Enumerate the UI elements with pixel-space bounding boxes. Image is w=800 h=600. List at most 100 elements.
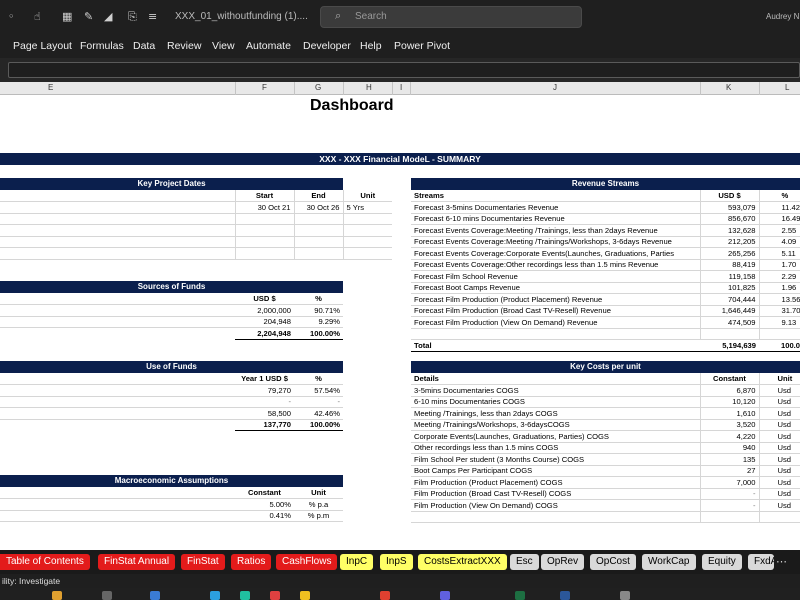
cell[interactable]: Usd	[758, 430, 800, 443]
cell[interactable]: 58,500	[235, 407, 294, 420]
cell[interactable]: 11.42	[758, 201, 800, 214]
cell[interactable]: Meeting /Trainings, less than 2days COGS	[411, 407, 700, 420]
formula-input[interactable]	[8, 62, 800, 78]
cell[interactable]: 7,000	[699, 476, 759, 489]
sheet-tab-inpc[interactable]: InpC	[340, 554, 374, 570]
table-icon[interactable]: ▦	[62, 10, 72, 23]
cell[interactable]: 16.49	[758, 213, 800, 225]
cell[interactable]: Film Production (Product Placement) COGS	[411, 476, 700, 489]
cell[interactable]: 2,000,000	[235, 304, 294, 317]
total-label[interactable]: Total	[411, 339, 700, 352]
col-header-i[interactable]: I	[400, 83, 402, 92]
cell[interactable]: 9.29%	[294, 316, 343, 328]
cell[interactable]: Usd	[758, 396, 800, 408]
cell[interactable]: Boot Camps Per Participant COGS	[411, 465, 700, 477]
cell[interactable]: Forecast Film Production (View On Demand…	[411, 316, 700, 329]
sheet-grid[interactable]: Dashboard XXX - XXX Financial ModeL - SU…	[0, 95, 800, 550]
cell[interactable]: 79,270	[235, 384, 294, 397]
cell[interactable]: 3-5mins Documentaries COGS	[411, 384, 700, 397]
cell[interactable]: Usd	[758, 488, 800, 500]
cell[interactable]: Film Production (View On Demand) COGS	[411, 499, 700, 512]
sheet-tab-finstat-annual[interactable]: FinStat Annual	[98, 554, 176, 570]
tab-formulas[interactable]: Formulas	[80, 40, 124, 52]
total-cell[interactable]: 137,770	[235, 418, 294, 431]
sheet-copy-icon[interactable]: ⎘	[128, 10, 137, 24]
cell[interactable]: 1.96	[758, 282, 800, 294]
word-icon[interactable]	[560, 591, 570, 600]
tab-review[interactable]: Review	[167, 40, 201, 52]
cell[interactable]: 3,520	[699, 419, 759, 431]
app-icon[interactable]	[150, 591, 160, 600]
cell[interactable]: 4.09	[758, 236, 800, 248]
sheet-tab-equity[interactable]: Equity	[702, 554, 742, 570]
cell[interactable]: Forecast 3-5mins Documentaries Revenue	[411, 201, 700, 214]
user-name[interactable]: Audrey N	[766, 12, 799, 21]
cell[interactable]: 101,825	[699, 282, 759, 294]
sheet-tab-table-of-contents[interactable]: Table of Contents	[0, 554, 90, 570]
cell[interactable]: Film School Per student (3 Months Course…	[411, 453, 700, 466]
app-icon[interactable]	[240, 591, 250, 600]
cell[interactable]: 1.70	[758, 259, 800, 271]
cell[interactable]: Usd	[758, 476, 800, 489]
cell[interactable]: 27	[699, 465, 759, 477]
total-cell[interactable]: 100.00%	[294, 418, 343, 431]
cell[interactable]: 90.71%	[294, 304, 343, 317]
cell[interactable]: Forecast Film School Revenue	[411, 270, 700, 283]
col-header-l[interactable]: L	[785, 83, 789, 92]
cell[interactable]: Forecast 6-10 mins Documentaries Revenue	[411, 213, 700, 225]
cell[interactable]: Forecast Film Production (Product Placem…	[411, 293, 700, 306]
tab-page-layout[interactable]: Page Layout	[13, 40, 72, 52]
app-icon[interactable]	[440, 591, 450, 600]
total-cell[interactable]: 100.00	[759, 339, 800, 352]
cell[interactable]: 1,610	[699, 407, 759, 420]
cell[interactable]: Usd	[758, 442, 800, 454]
cell[interactable]: Forecast Events Coverage:Other recording…	[411, 259, 700, 271]
col-header-k[interactable]: K	[726, 83, 731, 92]
file-explorer-icon[interactable]	[52, 591, 62, 600]
cell[interactable]: Forecast Events Coverage:Meeting /Traini…	[411, 224, 700, 237]
autosave-icon[interactable]: ◦	[8, 10, 15, 23]
sheet-tab-esc[interactable]: Esc	[510, 554, 539, 570]
sheet-tab-opcost[interactable]: OpCost	[590, 554, 636, 570]
cell[interactable]: % p.a	[294, 498, 343, 511]
edge-icon[interactable]	[210, 591, 220, 600]
more-tabs-icon[interactable]: ⋯	[776, 555, 787, 568]
cell[interactable]: 474,509	[699, 316, 759, 329]
col-header-f[interactable]: F	[262, 83, 267, 92]
tab-help[interactable]: Help	[360, 40, 382, 52]
col-header-h[interactable]: H	[366, 83, 372, 92]
cell[interactable]: 1,646,449	[699, 305, 759, 317]
cell[interactable]: 2.29	[758, 270, 800, 283]
total-cell[interactable]: 100.00%	[294, 327, 343, 340]
cell[interactable]: Forecast Events Coverage:Corporate Event…	[411, 247, 700, 260]
fill-color-icon[interactable]: ◢	[104, 10, 112, 23]
total-cell[interactable]: 2,204,948	[235, 327, 294, 340]
touch-mode-icon[interactable]: ☝	[34, 10, 41, 23]
tab-power-pivot[interactable]: Power Pivot	[394, 40, 450, 52]
cell[interactable]: 265,256	[699, 247, 759, 260]
col-header-j[interactable]: J	[553, 83, 557, 92]
cell[interactable]: 5.00%	[235, 498, 294, 511]
cell[interactable]: 6-10 mins Documentaries COGS	[411, 396, 700, 408]
cell[interactable]: 856,670	[699, 213, 759, 225]
cell[interactable]: Usd	[758, 407, 800, 420]
sheet-tab-fxda[interactable]: FxdA	[748, 554, 774, 570]
sheet-tab-finstat[interactable]: FinStat	[181, 554, 225, 570]
app-icon[interactable]	[270, 591, 280, 600]
cell[interactable]: -	[699, 499, 759, 512]
cell[interactable]: 57.54%	[294, 384, 343, 397]
cell[interactable]: -	[235, 396, 294, 408]
cell[interactable]: 10,120	[699, 396, 759, 408]
cell[interactable]: % p.m	[294, 510, 343, 522]
cell[interactable]: -	[294, 396, 343, 408]
cell[interactable]: Forecast Film Production (Broad Cast TV-…	[411, 305, 700, 317]
cell[interactable]: 4,220	[699, 430, 759, 443]
search-icon[interactable]	[102, 591, 112, 600]
sheet-tab-oprev[interactable]: OpRev	[541, 554, 585, 570]
start-date[interactable]: 30 Oct 21	[234, 201, 294, 214]
cell[interactable]: 135	[699, 453, 759, 466]
tab-data[interactable]: Data	[133, 40, 155, 52]
cell[interactable]: Meeting /Trainings/Workshops, 3-6daysCOG…	[411, 419, 700, 431]
tab-developer[interactable]: Developer	[303, 40, 351, 52]
col-header-e[interactable]: E	[48, 83, 53, 92]
